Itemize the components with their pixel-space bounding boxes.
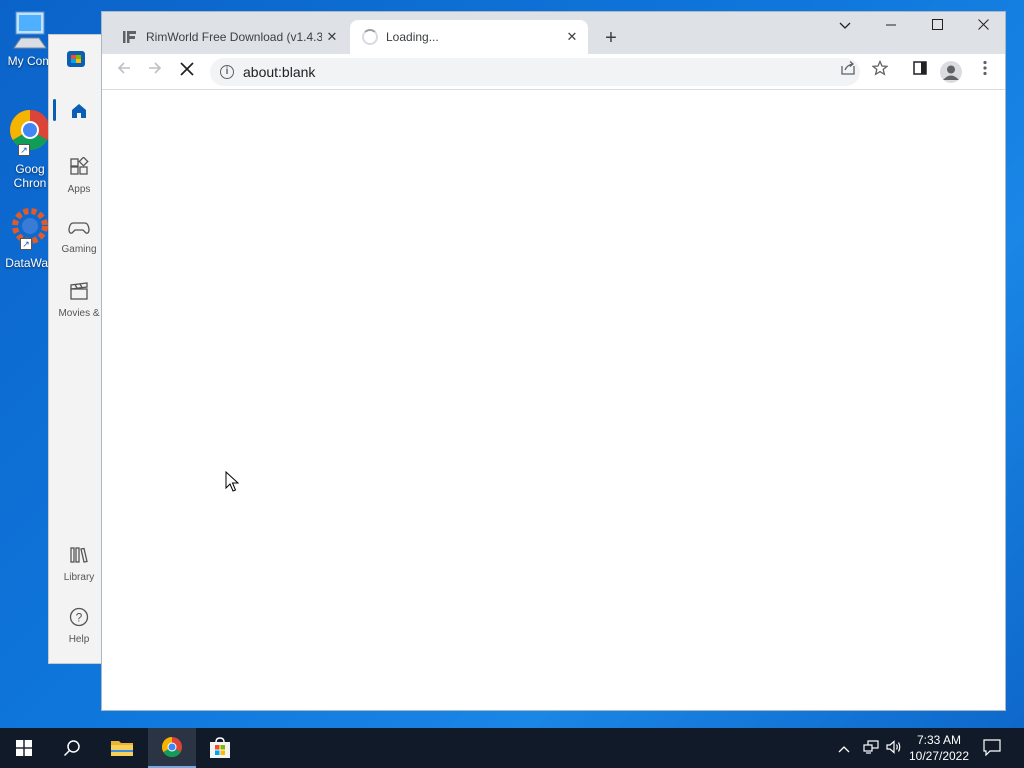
taskbar-chrome[interactable]: [148, 728, 196, 768]
nav-label: Library: [63, 572, 95, 583]
browser-toolbar: i about:blank: [102, 54, 1005, 90]
notifications-button[interactable]: [983, 739, 1001, 759]
home-icon: [72, 104, 86, 118]
browser-window[interactable]: RimWorld Free Download (v1.4.3 ✕ Loading…: [101, 11, 1006, 711]
notification-icon: [983, 739, 1001, 757]
network-icon[interactable]: [863, 740, 879, 757]
store-nav-gaming[interactable]: Gaming: [49, 219, 109, 255]
gamepad-icon: [68, 222, 90, 234]
share-button[interactable]: [835, 59, 861, 85]
loading-spinner-icon: [362, 29, 378, 45]
forward-button[interactable]: [142, 59, 168, 85]
store-bag-icon: [210, 737, 230, 758]
nav-label: Movies &: [58, 308, 100, 319]
store-window[interactable]: Apps Gaming Movies & Library ? Help: [48, 34, 108, 664]
shortcut-arrow-icon: ↗: [20, 238, 32, 250]
gear-icon: ↗: [10, 206, 50, 250]
taskbar-store[interactable]: [196, 728, 244, 768]
help-icon: ?: [69, 607, 89, 627]
clapperboard-icon: [70, 282, 88, 300]
store-logo-icon: [67, 51, 85, 67]
tab-title: RimWorld Free Download (v1.4.3: [146, 30, 322, 44]
maximize-button[interactable]: [914, 12, 960, 42]
bookmark-button[interactable]: [867, 59, 893, 85]
search-button[interactable]: [48, 728, 96, 768]
nav-label: Apps: [67, 184, 91, 195]
nav-label: Help: [68, 634, 90, 645]
maximize-icon: [931, 19, 943, 30]
new-tab-button[interactable]: +: [599, 26, 623, 50]
site-favicon-icon: [123, 31, 136, 43]
person-icon: [943, 65, 959, 80]
url-text: about:blank: [243, 64, 316, 80]
apps-icon: [70, 157, 89, 175]
library-icon: [70, 547, 88, 563]
show-hidden-icons-button[interactable]: [838, 740, 850, 756]
svg-text:?: ?: [76, 611, 83, 625]
chrome-icon: [162, 737, 182, 757]
tab-loading[interactable]: Loading... ✕: [350, 20, 588, 54]
minimize-icon: [886, 24, 896, 26]
address-bar[interactable]: i about:blank: [210, 58, 860, 86]
arrow-left-icon: [117, 62, 130, 74]
star-icon: [871, 59, 889, 76]
tab-search-button[interactable]: [822, 12, 868, 42]
computer-icon: [13, 8, 47, 52]
page-content[interactable]: [102, 91, 1005, 710]
start-button[interactable]: [0, 728, 48, 768]
taskbar: 7:33 AM 10/27/2022: [0, 728, 1024, 768]
share-icon: [841, 61, 855, 75]
close-icon: [180, 62, 194, 76]
clock-time: 7:33 AM: [916, 733, 962, 747]
taskbar-file-explorer[interactable]: [98, 728, 146, 768]
tab-rimworld[interactable]: RimWorld Free Download (v1.4.3 ✕: [110, 20, 348, 54]
folder-icon: [111, 741, 133, 756]
tab-close-icon[interactable]: ✕: [562, 27, 582, 47]
nav-label: Gaming: [61, 244, 97, 255]
tab-strip[interactable]: RimWorld Free Download (v1.4.3 ✕ Loading…: [102, 12, 1005, 54]
profile-avatar[interactable]: [940, 61, 962, 83]
store-nav-home[interactable]: [49, 101, 109, 124]
store-nav-movies[interactable]: Movies &: [49, 281, 109, 319]
close-icon: [977, 19, 989, 30]
menu-button[interactable]: [972, 59, 998, 85]
store-nav-library[interactable]: Library: [49, 545, 109, 583]
chrome-icon: ↗: [8, 106, 52, 156]
store-nav-apps[interactable]: Apps: [49, 157, 109, 195]
tab-title: Loading...: [386, 30, 439, 44]
shortcut-arrow-icon: ↗: [18, 144, 30, 156]
clock-date: 10/27/2022: [908, 749, 970, 763]
chevron-down-icon: [839, 22, 851, 29]
stop-loading-button[interactable]: [174, 59, 200, 85]
tab-close-icon[interactable]: ✕: [322, 27, 342, 47]
side-panel-button[interactable]: [907, 59, 933, 85]
more-vertical-icon: [983, 60, 987, 76]
chevron-up-icon: [838, 746, 850, 753]
close-window-button[interactable]: [960, 12, 1006, 42]
search-icon: [63, 740, 80, 757]
side-panel-icon: [913, 61, 927, 75]
arrow-right-icon: [149, 62, 162, 74]
store-nav-help[interactable]: ? Help: [49, 607, 109, 645]
info-icon[interactable]: i: [220, 65, 234, 79]
back-button[interactable]: [111, 59, 137, 85]
mouse-pointer-icon: [225, 471, 239, 492]
taskbar-clock[interactable]: 7:33 AM 10/27/2022: [904, 732, 974, 764]
volume-icon[interactable]: [886, 740, 902, 757]
minimize-button[interactable]: [868, 12, 914, 42]
windows-logo-icon: [16, 740, 32, 756]
